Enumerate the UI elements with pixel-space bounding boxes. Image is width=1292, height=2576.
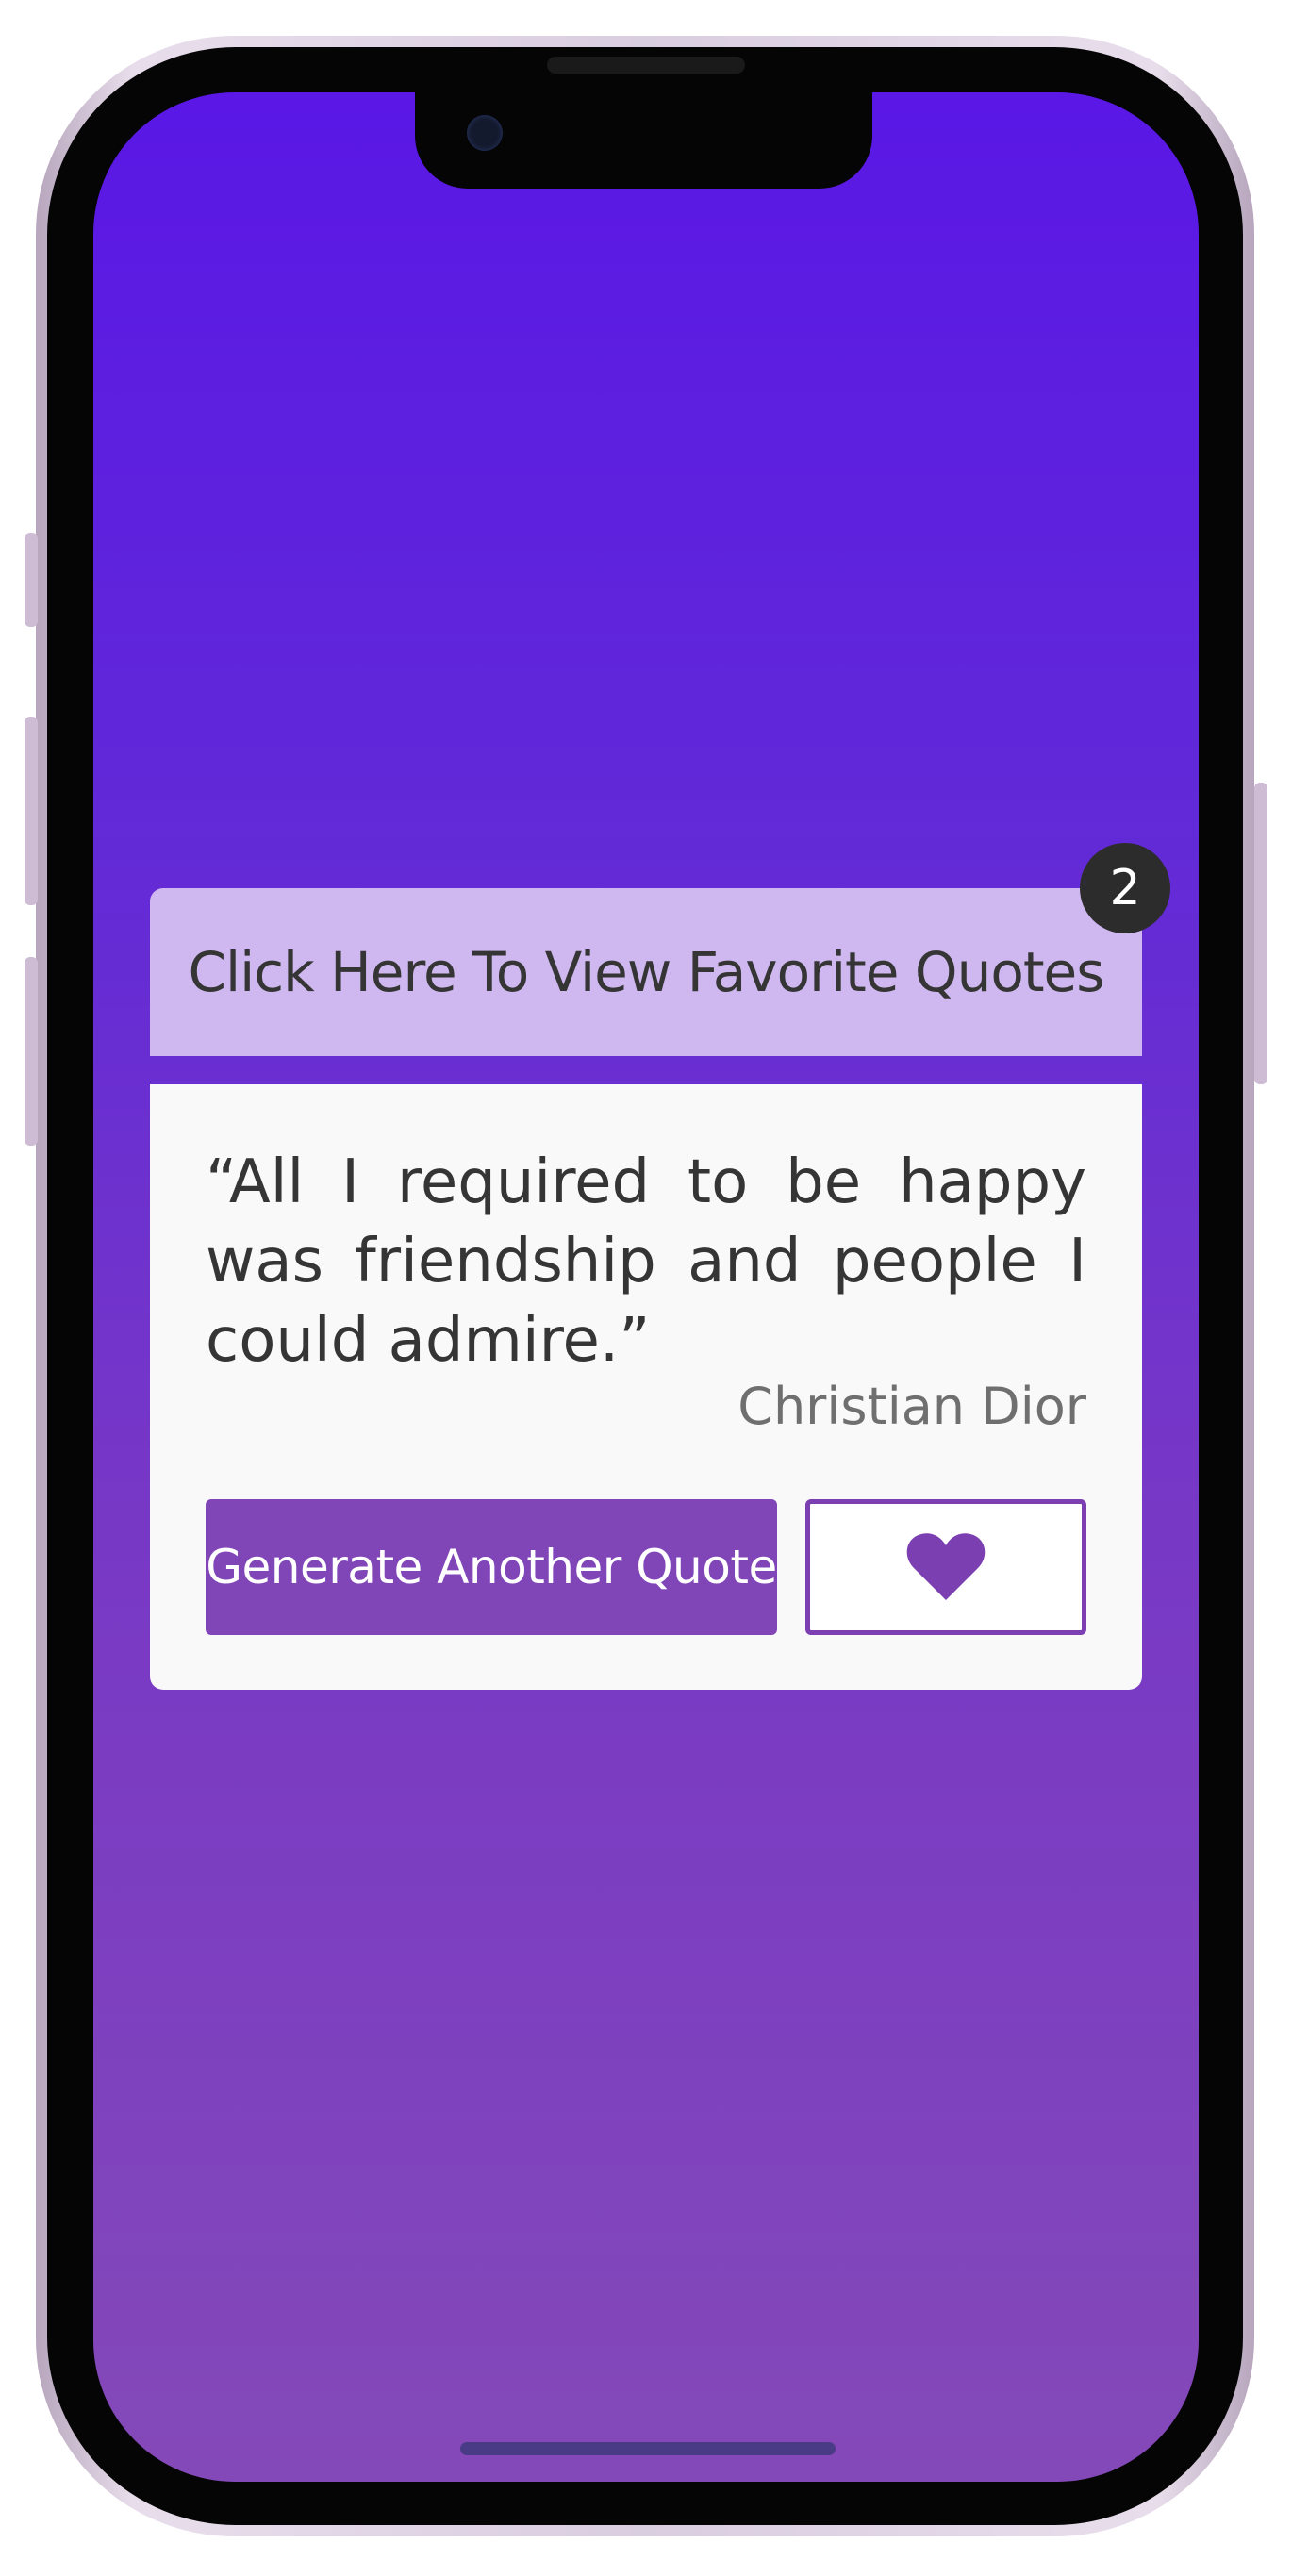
speaker-grille — [547, 57, 745, 74]
home-indicator[interactable] — [460, 2442, 836, 2455]
power-button — [1254, 783, 1267, 1084]
quote-text: “All I required to be happy was friendsh… — [206, 1148, 1086, 1376]
favorites-count-badge: 2 — [1080, 843, 1170, 933]
view-favorites-button[interactable]: Click Here To View Favorite Quotes — [150, 888, 1142, 1056]
quote-author: Christian Dior — [737, 1377, 1086, 1436]
silent-switch — [25, 533, 38, 627]
quote-card: “All I required to be happy was friendsh… — [150, 1084, 1142, 1690]
camera-icon — [467, 115, 503, 151]
volume-down-button — [25, 957, 38, 1146]
volume-up-button — [25, 717, 38, 905]
favorite-button[interactable] — [805, 1499, 1086, 1635]
heart-icon — [906, 1533, 986, 1600]
generate-quote-button[interactable]: Generate Another Quote — [206, 1499, 777, 1635]
